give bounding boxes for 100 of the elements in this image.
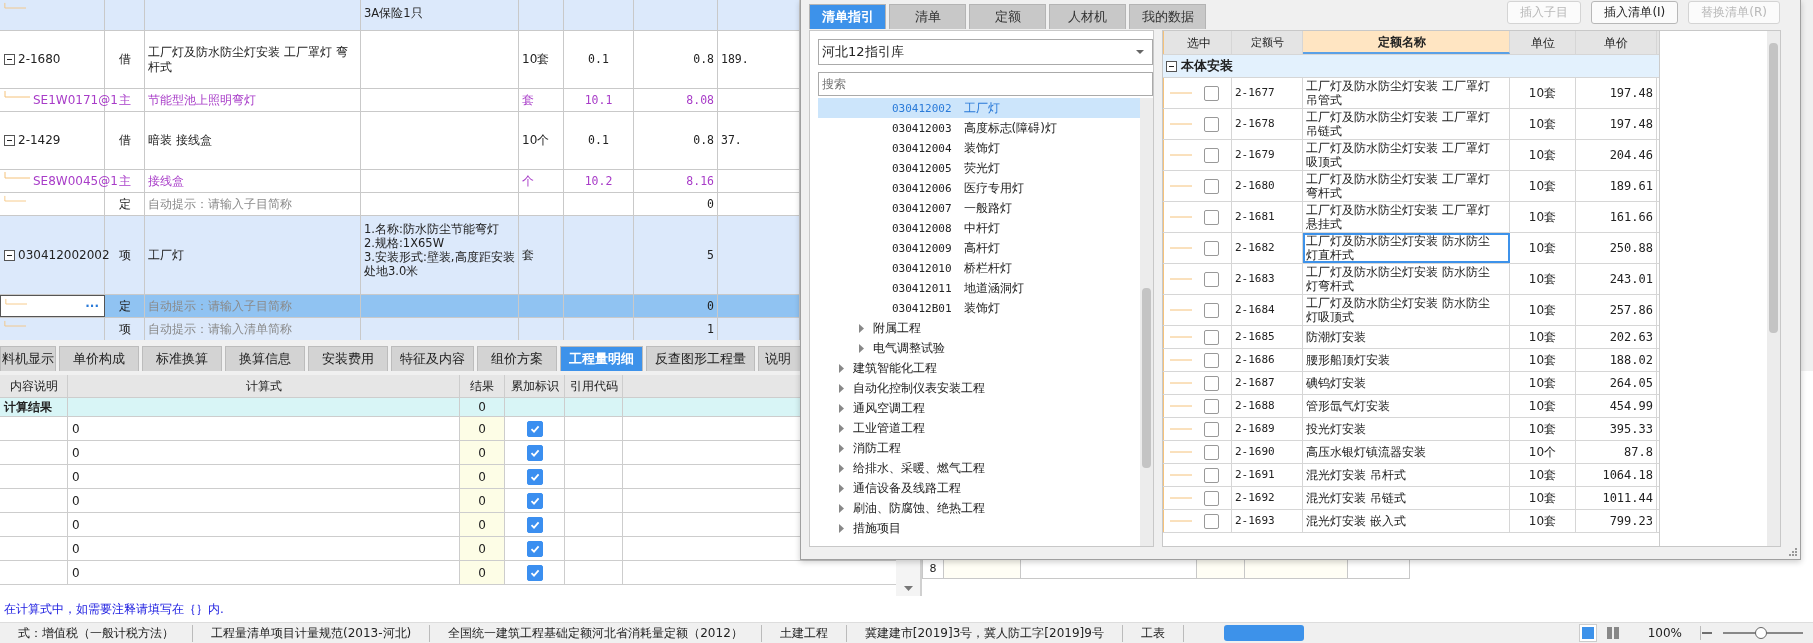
expand-icon[interactable] bbox=[838, 403, 845, 413]
checkbox[interactable] bbox=[1204, 178, 1219, 194]
checkbox[interactable] bbox=[1204, 398, 1219, 414]
table-cell[interactable]: 混光灯安装 吊链式 bbox=[1303, 487, 1510, 509]
expand-icon[interactable] bbox=[838, 423, 845, 433]
table-row[interactable]: 3A保险1只 bbox=[0, 0, 800, 31]
table-row[interactable]: 项 自动提示：请输入清单简称 1 bbox=[0, 318, 800, 340]
collapse-icon[interactable] bbox=[1166, 60, 1177, 72]
tab[interactable]: 料机显示 bbox=[0, 346, 56, 371]
checkbox[interactable] bbox=[1204, 209, 1219, 225]
expand-icon[interactable] bbox=[838, 463, 845, 473]
table-row[interactable]: SE1W0171@1主 节能型池上照明弯灯 套 10.1 8.08 bbox=[0, 89, 800, 112]
checkbox[interactable] bbox=[1204, 490, 1219, 506]
checkbox[interactable] bbox=[526, 444, 543, 461]
expand-icon[interactable] bbox=[838, 503, 845, 513]
expand-icon[interactable] bbox=[858, 343, 865, 353]
collapse-icon[interactable] bbox=[4, 54, 15, 65]
checkbox[interactable] bbox=[1204, 444, 1219, 460]
table-cell[interactable]: 腰形船顶灯安装 bbox=[1303, 349, 1510, 371]
tab[interactable]: 单价构成 bbox=[59, 346, 139, 371]
tree-item[interactable]: 030412006 医疗专用灯 bbox=[818, 178, 1140, 198]
tree-item[interactable]: 030412008 中杆灯 bbox=[818, 218, 1140, 238]
table-cell[interactable]: 高压水银灯镇流器安装 bbox=[1303, 441, 1510, 463]
checkbox[interactable] bbox=[1204, 302, 1219, 318]
tree-item[interactable]: 030412002 工厂灯 bbox=[818, 98, 1140, 118]
tab[interactable]: 人材机 bbox=[1049, 4, 1126, 29]
table-cell[interactable]: 工厂灯及防水防尘灯安装 工厂罩灯吊链式 bbox=[1303, 109, 1510, 139]
tree-item[interactable]: 附属工程 bbox=[873, 319, 921, 337]
checkbox[interactable] bbox=[1204, 513, 1219, 529]
tree-item[interactable]: 030412011 地道涵洞灯 bbox=[818, 278, 1140, 298]
column-header[interactable]: 定额名称 bbox=[1303, 31, 1510, 54]
tree-item[interactable]: 030412004 装饰灯 bbox=[818, 138, 1140, 158]
collapse-icon[interactable] bbox=[4, 249, 15, 261]
tree-item[interactable]: 通风空调工程 bbox=[853, 399, 925, 417]
zoom-slider[interactable] bbox=[1723, 627, 1803, 639]
tree-item[interactable]: 措施项目 bbox=[853, 519, 901, 537]
checkbox[interactable] bbox=[1204, 467, 1219, 483]
tab[interactable]: 特征及内容 bbox=[391, 346, 474, 371]
table-cell[interactable]: 工厂灯及防水防尘灯安装 工厂罩灯吸顶式 bbox=[1303, 140, 1510, 170]
tree-item[interactable]: 给排水、采暖、燃气工程 bbox=[853, 459, 985, 477]
checkbox[interactable] bbox=[1204, 147, 1219, 163]
tab[interactable]: 换算信息 bbox=[225, 346, 305, 371]
column-header[interactable]: 累加标识 bbox=[505, 375, 565, 397]
table-row[interactable]: ··· 定 自动提示：请输入子目简称 0 bbox=[0, 295, 800, 318]
expand-icon[interactable] bbox=[838, 523, 845, 533]
code-field[interactable]: ··· bbox=[0, 295, 105, 317]
collapse-icon[interactable] bbox=[4, 135, 15, 146]
checkbox[interactable] bbox=[1204, 329, 1219, 345]
table-cell[interactable]: 工厂灯及防水防尘灯安装 工厂罩灯吊管式 bbox=[1303, 78, 1510, 108]
tree-item[interactable]: 030412010 桥栏杆灯 bbox=[818, 258, 1140, 278]
checkbox[interactable] bbox=[526, 468, 543, 485]
expand-icon[interactable] bbox=[838, 483, 845, 493]
table-cell[interactable]: 工厂灯及防水防尘灯安装 防水防尘灯弯杆式 bbox=[1303, 264, 1510, 294]
checkbox[interactable] bbox=[1204, 240, 1219, 256]
checkbox[interactable] bbox=[526, 564, 543, 581]
tree-item[interactable]: 消防工程 bbox=[853, 439, 901, 457]
expand-icon[interactable] bbox=[838, 383, 845, 393]
columns-icon[interactable] bbox=[1605, 627, 1620, 639]
library-dropdown[interactable]: 河北12指引库 bbox=[818, 39, 1153, 65]
tab[interactable]: 定额 bbox=[969, 4, 1046, 29]
tab[interactable]: 我的数据 bbox=[1129, 4, 1206, 29]
scrollbar[interactable] bbox=[1767, 31, 1780, 546]
column-header[interactable]: 引用代码 bbox=[565, 375, 623, 397]
tab[interactable]: 组价方案 bbox=[477, 346, 557, 371]
checkbox[interactable] bbox=[526, 516, 543, 533]
tree-item[interactable]: 通信设备及线路工程 bbox=[853, 479, 961, 497]
more-button[interactable]: ··· bbox=[83, 299, 101, 313]
column-header[interactable]: 计算式 bbox=[68, 375, 460, 397]
table-row[interactable]: 2-1429 借 暗装 接线盒 10个 0.1 0.8 37. bbox=[0, 112, 800, 170]
tab[interactable]: 清单 bbox=[889, 4, 966, 29]
table-row[interactable]: 030412002002 项 工厂灯 1.名称:防水防尘节能弯灯 2.规格:1X65W 3.安装形式:壁装,高度距安装处地3.0米 套 5 bbox=[0, 216, 800, 295]
table-cell[interactable]: 工厂灯及防水防尘灯安装 工厂罩灯弯杆式 bbox=[1303, 171, 1510, 201]
tree-item[interactable]: 刷油、防腐蚀、绝热工程 bbox=[853, 499, 985, 517]
checkbox[interactable] bbox=[1204, 421, 1219, 437]
checkbox[interactable] bbox=[1204, 375, 1219, 391]
column-header[interactable]: 单位 bbox=[1510, 31, 1576, 54]
table-cell[interactable]: 管形氙气灯安装 bbox=[1303, 395, 1510, 417]
tree-item[interactable]: 建筑智能化工程 bbox=[853, 359, 937, 377]
search-field[interactable]: 搜索 bbox=[818, 72, 1153, 96]
column-header[interactable]: 选中 bbox=[1163, 31, 1232, 54]
checkbox[interactable] bbox=[1204, 85, 1219, 101]
tree-item[interactable]: 工业管道工程 bbox=[853, 419, 925, 437]
table-cell[interactable]: 工厂灯及防水防尘灯安装 防水防尘灯吸顶式 bbox=[1303, 295, 1510, 325]
table-cell[interactable]: 混光灯安装 吊杆式 bbox=[1303, 464, 1510, 486]
expand-icon[interactable] bbox=[858, 323, 865, 333]
scrollbar[interactable] bbox=[1140, 98, 1153, 546]
table-cell[interactable]: 碘钨灯安装 bbox=[1303, 372, 1510, 394]
checkbox[interactable] bbox=[1204, 352, 1219, 368]
table-cell[interactable]: 工厂灯及防水防尘灯安装 工厂罩灯悬挂式 bbox=[1303, 202, 1510, 232]
down-arrow-icon[interactable] bbox=[903, 586, 913, 592]
tree-item[interactable]: 030412003 高度标志(障碍)灯 bbox=[818, 118, 1140, 138]
tab[interactable]: 安装费用 bbox=[308, 346, 388, 371]
column-header[interactable]: 单价 bbox=[1576, 31, 1657, 54]
tree-item[interactable]: 030412B01 装饰灯 bbox=[818, 298, 1140, 318]
action-button[interactable]: 插入清单(I) bbox=[1591, 1, 1679, 24]
checkbox[interactable] bbox=[526, 540, 543, 557]
resize-grip-icon[interactable] bbox=[1788, 547, 1797, 556]
tree-item[interactable]: 电气调整试验 bbox=[873, 339, 945, 357]
table-cell[interactable]: 防潮灯安装 bbox=[1303, 326, 1510, 348]
expand-icon[interactable] bbox=[838, 443, 845, 453]
